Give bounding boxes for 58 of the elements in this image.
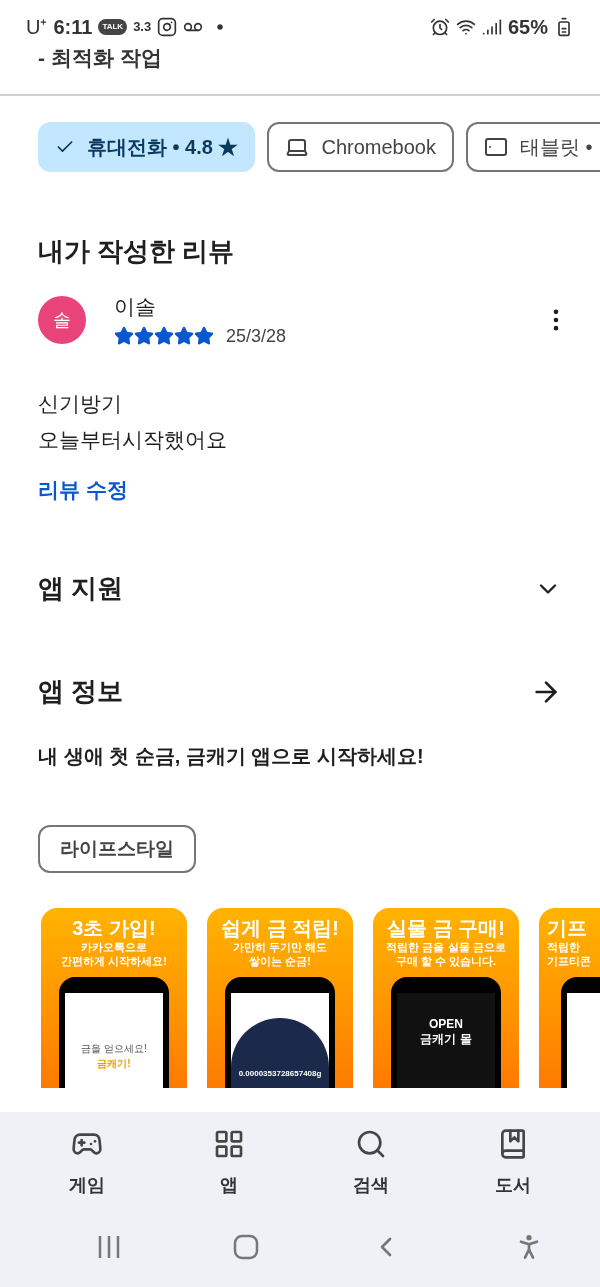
nav-tab[interactable]: 앱	[184, 1128, 274, 1199]
device-chip[interactable]: 태블릿 •	[466, 122, 600, 172]
review-text: 오늘부터시작했어요	[38, 426, 228, 453]
screenshot-subtitle: 간편하게 시작하세요!	[61, 954, 167, 969]
carrier-text: U⁺	[26, 15, 48, 40]
device-chip[interactable]: 휴대전화 • 4.8 ★	[38, 122, 256, 172]
star-icon	[134, 326, 154, 346]
edit-review-link[interactable]: 리뷰 수정	[0, 473, 166, 505]
screenshot-title: 기프	[547, 916, 587, 941]
wifi-icon	[455, 17, 476, 37]
star-icon	[154, 326, 174, 346]
screen-text: 0.0000353728657408g	[238, 1068, 322, 1080]
screenshot-title: 3초 가입!	[72, 916, 156, 941]
screenshot-subtitle: 가만히 두기만 해도	[232, 941, 328, 955]
review-text: 신기방기	[38, 390, 123, 417]
app-screenshot[interactable]: 3초 가입! 카카오톡으로 간편하게 시작하세요! 금을 얻으세요! 금캐기!	[41, 908, 187, 1088]
app-screenshot[interactable]: 쉽게 금 적립! 가만히 두기만 해도 쌓이는 순금! 0.0000353728657408g	[207, 908, 353, 1088]
screenshot-subtitle: 적립한 금을 실물 금으로	[386, 941, 506, 955]
star-icon	[194, 326, 214, 346]
search-icon	[355, 1128, 387, 1160]
screenshot-subtitle: 기프티콘	[547, 954, 591, 969]
star-icon	[114, 326, 134, 346]
nav-tab[interactable]: 게임	[42, 1128, 132, 1199]
nav-tab[interactable]: 도서	[468, 1128, 558, 1199]
app-description: 내 생애 첫 순금, 금캐기 앱으로 시작하세요!	[37, 744, 425, 769]
grid-icon	[213, 1128, 245, 1160]
camera-icon	[157, 17, 178, 37]
weather-text: 3.3	[133, 18, 152, 37]
screen-text: OPEN	[429, 1016, 463, 1032]
category-chip[interactable]: 라이프스타일	[38, 825, 196, 873]
alarm-icon	[429, 17, 450, 37]
app-screenshot[interactable]: 실물 금 구매! 적립한 금을 실물 금으로 구매 할 수 있습니다. OPEN 금캐기 몰	[373, 908, 519, 1088]
avatar: 솔	[38, 296, 86, 345]
device-chip[interactable]: Chromebook	[267, 122, 454, 172]
screen-text: 금캐기!	[97, 1056, 131, 1071]
chat-badge: TALK	[98, 19, 128, 35]
screenshot-subtitle: 구매 할 수 있습니다.	[395, 954, 497, 969]
section-heading: 앱 지원	[38, 572, 124, 605]
screenshot-subtitle: 적립한	[547, 941, 580, 955]
signal-icon	[481, 17, 502, 37]
dot-icon	[217, 24, 224, 30]
home-icon[interactable]	[232, 1234, 259, 1260]
screenshot-title: 쉽게 금 적립!	[221, 916, 339, 941]
clock-text: 6:11	[53, 15, 93, 40]
star-icon	[174, 326, 194, 346]
screen-text: 금캐기 몰	[420, 1031, 472, 1047]
screenshot-title: 실물 금 구매!	[387, 916, 505, 941]
review-date: 25/3/28	[226, 324, 287, 348]
screen-text: 금을 얻으세요!	[81, 1041, 147, 1056]
nav-tab[interactable]: 검색	[326, 1128, 416, 1199]
tablet-icon	[484, 135, 508, 159]
section-heading: 내가 작성한 리뷰	[37, 235, 236, 268]
screenshot-subtitle: 쌓이는 순금!	[249, 954, 311, 969]
reviewer-name: 이솔	[114, 294, 157, 320]
page-title: - 최적화 작업	[37, 45, 163, 71]
battery-text: 65%	[507, 15, 548, 40]
screenshot-subtitle: 카카오톡으로	[81, 941, 147, 955]
section-heading: 앱 정보	[38, 675, 124, 708]
